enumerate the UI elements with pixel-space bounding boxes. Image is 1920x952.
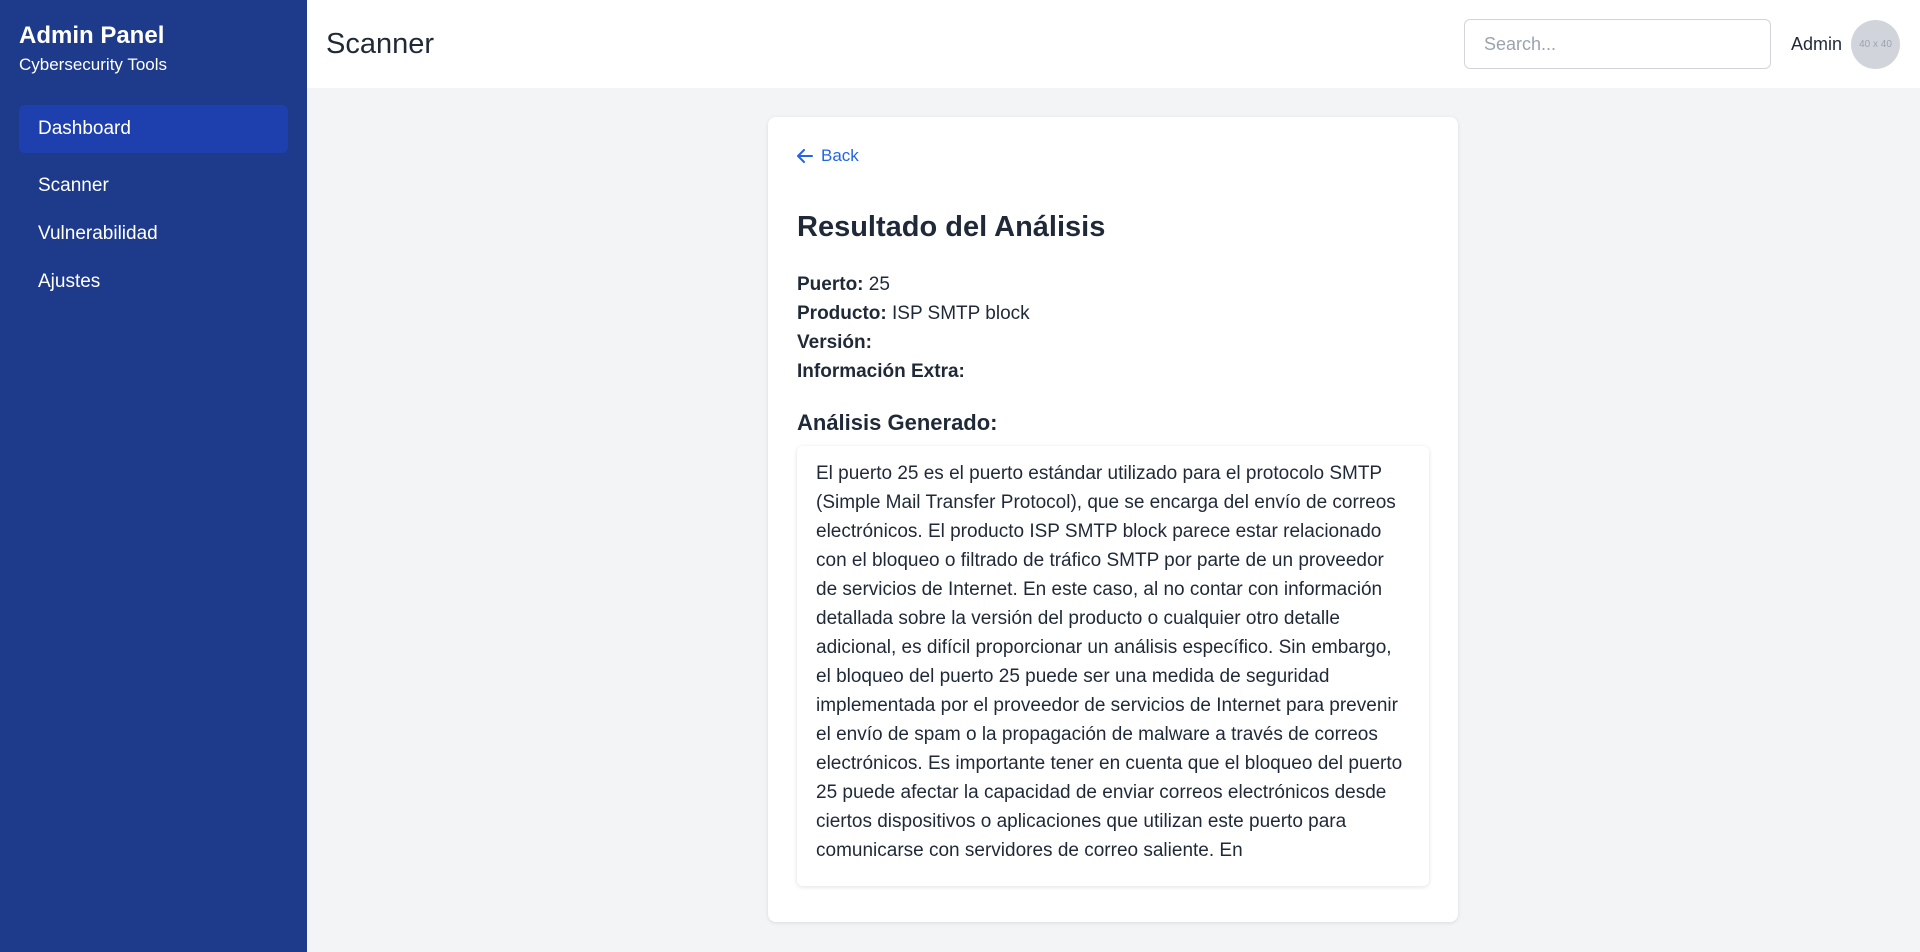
page-title: Scanner — [326, 27, 435, 60]
sidebar-item-vulnerabilidad[interactable]: Vulnerabilidad — [19, 210, 288, 258]
back-link[interactable]: Back — [797, 146, 859, 166]
analysis-box[interactable]: El puerto 25 es el puerto estándar utili… — [797, 446, 1429, 886]
sidebar-item-ajustes[interactable]: Ajustes — [19, 258, 288, 306]
field-label: Producto: — [797, 303, 887, 324]
field-value: 25 — [868, 274, 890, 295]
field-label: Puerto: — [797, 274, 864, 295]
topbar-right: Admin 40 x 40 — [1463, 19, 1900, 69]
analysis-text: El puerto 25 es el puerto estándar utili… — [816, 463, 1403, 861]
topbar: Scanner Admin 40 x 40 — [307, 0, 1920, 88]
brand-title: Admin Panel — [19, 22, 165, 49]
user-name: Admin — [1790, 33, 1842, 54]
field-label: Información Extra: — [797, 361, 965, 382]
sidebar-nav: Dashboard Scanner Vulnerabilidad Ajustes — [19, 105, 288, 306]
analysis-heading: Análisis Generado: — [797, 410, 998, 435]
sidebar: Admin Panel Cybersecurity Tools Dashboar… — [0, 0, 307, 952]
arrow-left-icon — [797, 149, 813, 163]
avatar-placeholder-text: 40 x 40 — [1859, 38, 1892, 50]
field-version: Versión: — [797, 328, 1429, 357]
search-input[interactable] — [1463, 19, 1771, 69]
field-producto: Producto: ISP SMTP block — [797, 299, 1429, 328]
field-puerto: Puerto: 25 — [797, 270, 1429, 299]
sidebar-item-scanner[interactable]: Scanner — [19, 162, 288, 210]
field-informacion-extra: Información Extra: — [797, 357, 1429, 386]
brand-subtitle: Cybersecurity Tools — [19, 55, 168, 74]
avatar[interactable]: 40 x 40 — [1851, 19, 1900, 69]
result-card: Back Resultado del Análisis Puerto: 25 P… — [768, 117, 1458, 922]
field-value: ISP SMTP block — [892, 303, 1030, 324]
back-label: Back — [821, 146, 859, 165]
sidebar-item-dashboard[interactable]: Dashboard — [19, 105, 288, 153]
result-fields: Puerto: 25 Producto: ISP SMTP block Vers… — [797, 270, 1429, 386]
result-title: Resultado del Análisis — [797, 211, 1106, 243]
field-label: Versión: — [797, 332, 872, 353]
